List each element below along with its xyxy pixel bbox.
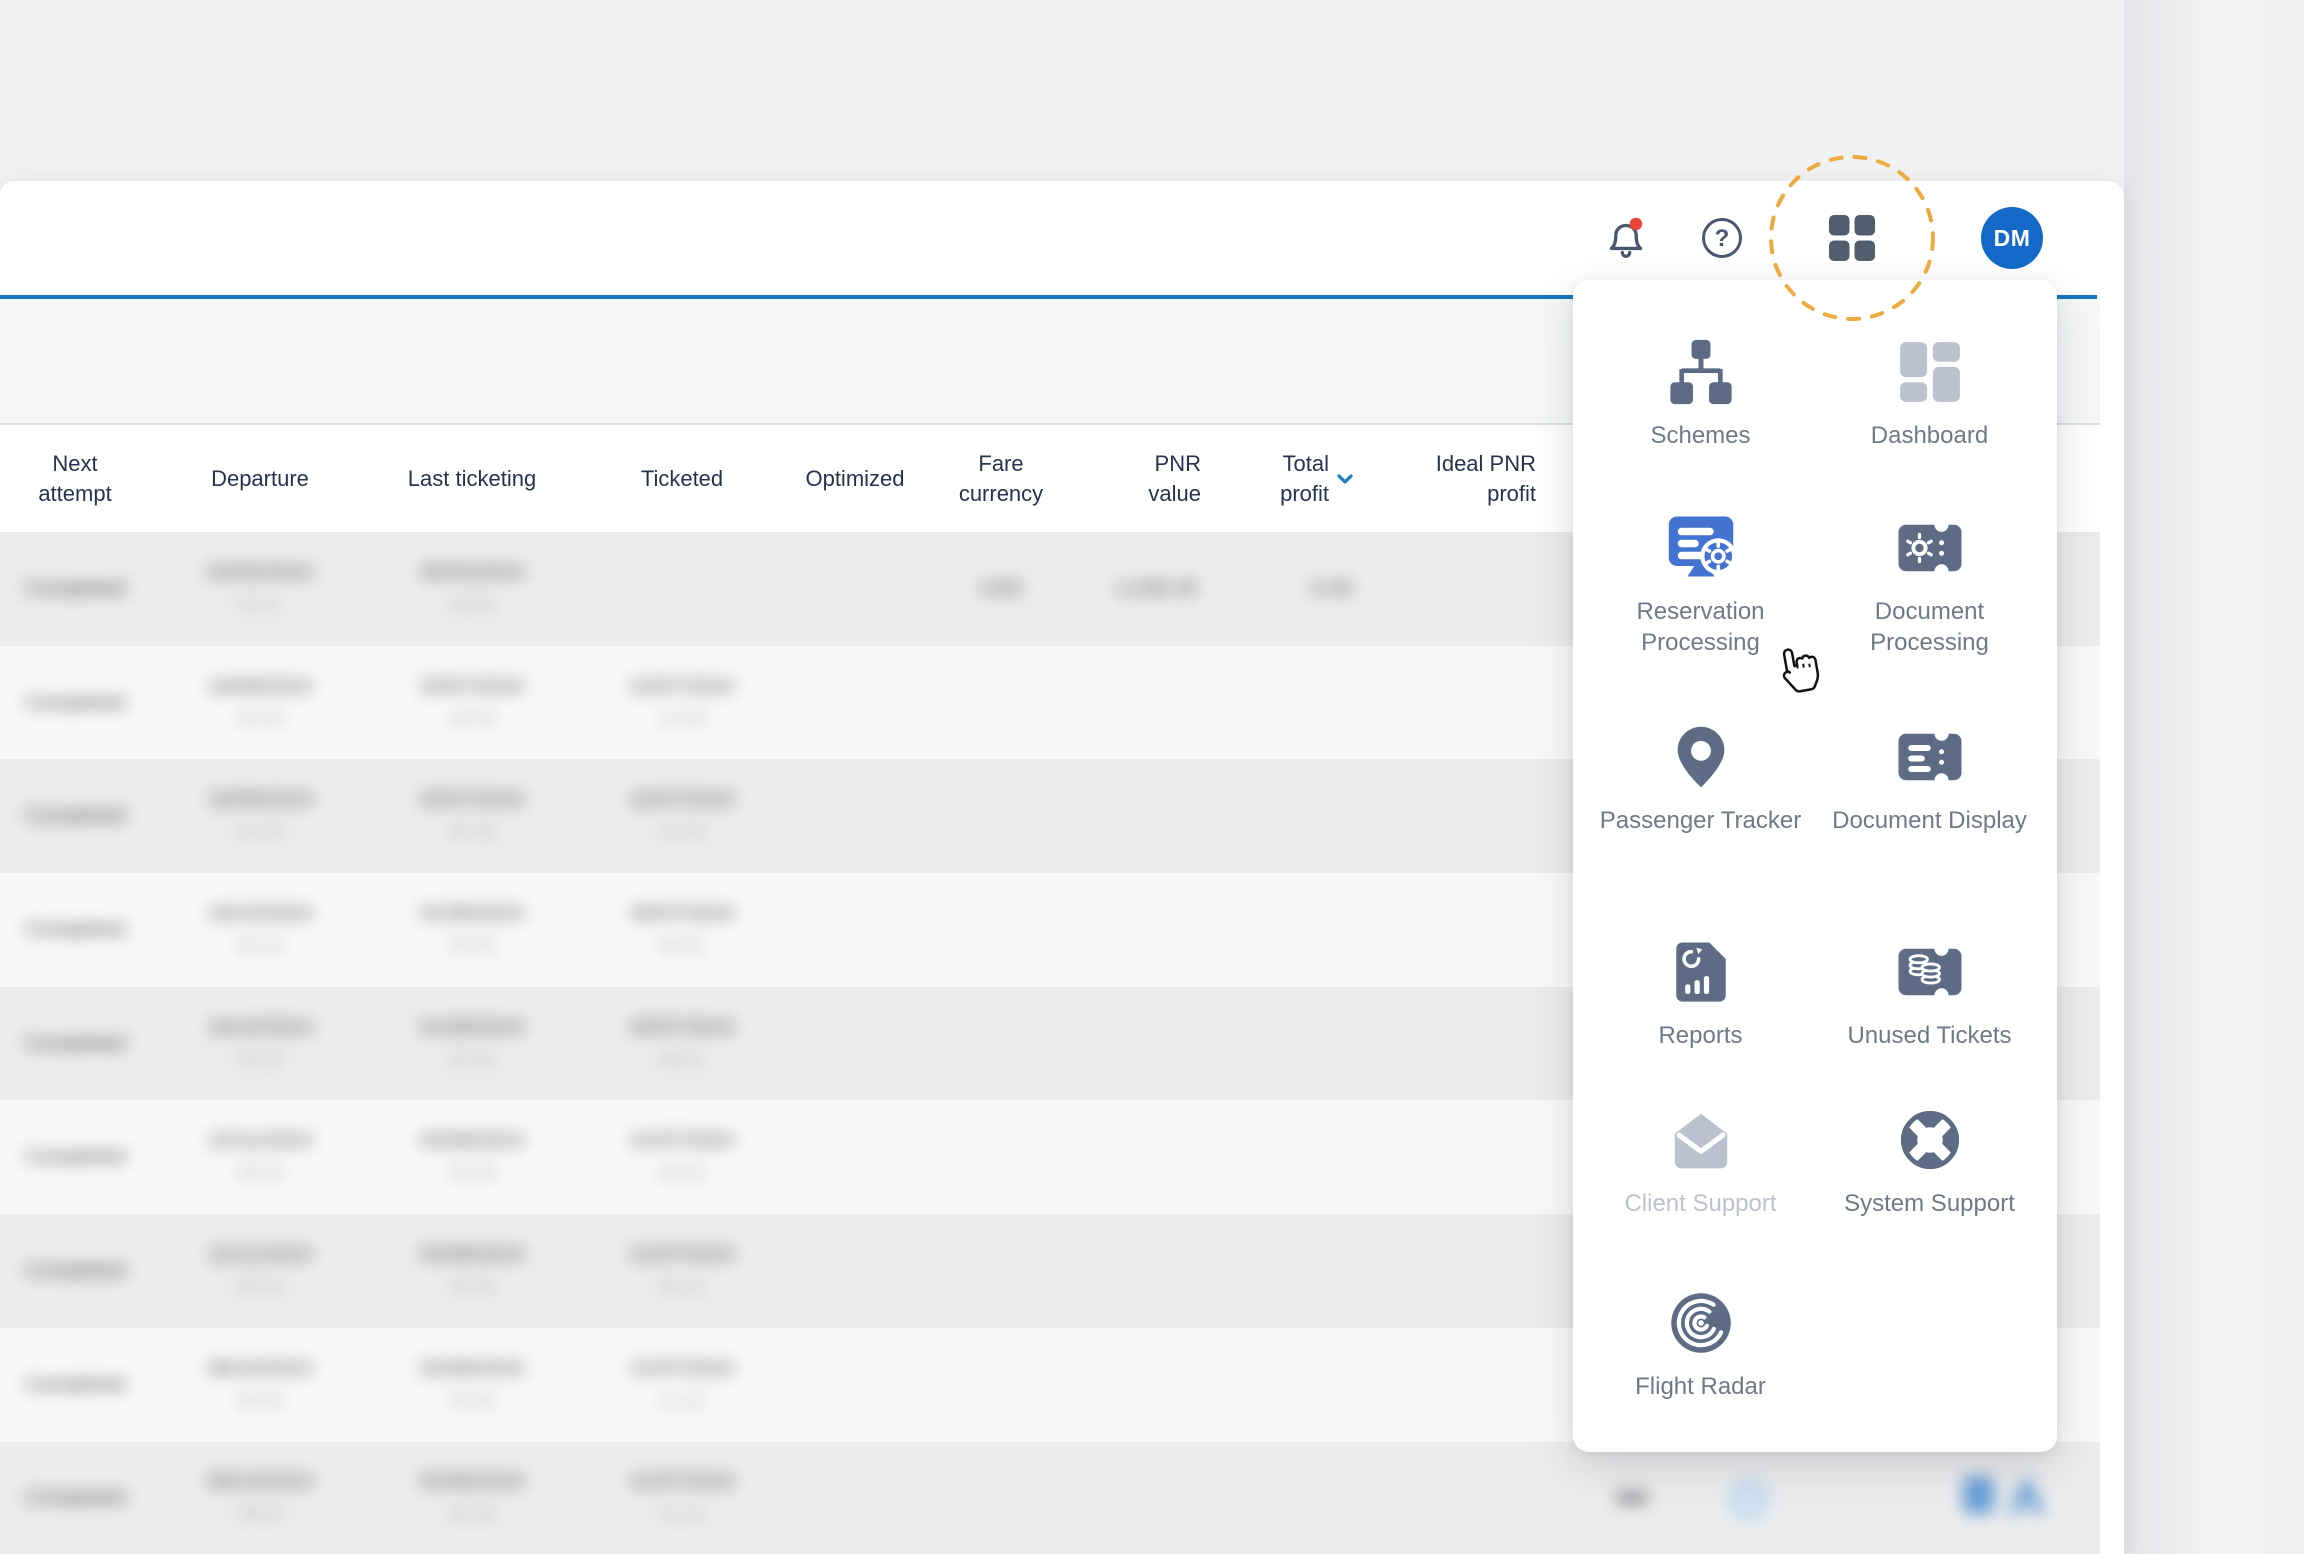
apps-grid-icon	[1827, 213, 1877, 263]
document-action-icon[interactable]	[1963, 1476, 1994, 1514]
menu-item-flight-radar[interactable]: Flight Radar	[1595, 1263, 1806, 1402]
column-header-ticketed[interactable]: Ticketed	[574, 425, 790, 532]
help-button[interactable]: ?	[1699, 215, 1745, 261]
menu-item-unused-tickets[interactable]: Unused Tickets	[1824, 912, 2035, 1051]
ticket-lines-icon	[1894, 721, 1966, 793]
dashboard-grid-icon	[1895, 336, 1965, 408]
envelope-icon	[1667, 1104, 1735, 1176]
column-header-last-ticketing[interactable]: Last ticketing	[370, 425, 574, 532]
menu-item-label: System Support	[1844, 1188, 2015, 1219]
column-header-departure[interactable]: Departure	[150, 425, 370, 532]
menu-item-label: Document Processing	[1824, 596, 2035, 658]
menu-item-label: Flight Radar	[1635, 1371, 1766, 1402]
mouse-cursor-pointer	[1768, 645, 1822, 708]
menu-item-label: Schemes	[1650, 420, 1750, 451]
radar-icon	[1667, 1287, 1735, 1359]
life-ring-icon	[1896, 1104, 1964, 1176]
ticket-coins-icon	[1894, 936, 1966, 1008]
column-header-next-attempt[interactable]: Next attempt	[0, 425, 150, 532]
map-pin-icon	[1668, 721, 1734, 793]
question-icon: ?	[1699, 215, 1745, 261]
menu-item-system-support[interactable]: System Support	[1824, 1080, 2035, 1219]
apps-dropdown-menu: Schemes Dashboard	[1573, 280, 2057, 1452]
airplane-action-icon[interactable]	[2008, 1476, 2045, 1514]
monitor-gear-icon	[1665, 512, 1737, 584]
airline-code: AA	[1606, 1485, 1658, 1511]
table-row[interactable]: Completed 08/10/202408:55 02/08/202405:5…	[0, 1442, 2100, 1554]
column-header-ideal-pnr-profit[interactable]: Ideal PNR profit	[1370, 425, 1550, 532]
notifications-button[interactable]	[1601, 212, 1651, 264]
menu-item-reports[interactable]: Reports	[1595, 912, 1806, 1051]
app-screen: ? DM Next attempt Departure Last ticketi…	[0, 0, 2304, 1554]
status-ring-icon	[1729, 1480, 1769, 1520]
page-background	[2124, 0, 2304, 1554]
menu-item-client-support: Client Support	[1595, 1080, 1806, 1219]
menu-item-label: Document Display	[1832, 805, 2027, 836]
notification-dot	[1630, 218, 1643, 231]
menu-item-label: Reports	[1658, 1020, 1742, 1051]
menu-item-label: Dashboard	[1871, 420, 1988, 451]
menu-item-dashboard: Dashboard	[1824, 312, 2035, 451]
apps-menu-button[interactable]	[1827, 213, 1877, 263]
row-extra-cells: AA	[0, 1442, 2100, 1554]
column-header-fare-currency[interactable]: Fare currency	[920, 425, 1082, 532]
report-chart-icon	[1668, 936, 1734, 1008]
menu-item-document-display[interactable]: Document Display	[1824, 697, 2035, 836]
menu-item-label: Unused Tickets	[1847, 1020, 2011, 1051]
menu-item-label: Client Support	[1624, 1188, 1776, 1219]
ticket-gear-icon	[1894, 512, 1966, 584]
menu-item-document-processing[interactable]: Document Processing	[1824, 488, 2035, 658]
menu-item-label: Passenger Tracker	[1600, 805, 1801, 836]
svg-text:?: ?	[1715, 225, 1730, 252]
menu-item-passenger-tracker[interactable]: Passenger Tracker	[1595, 697, 1806, 836]
menu-item-schemes[interactable]: Schemes	[1595, 312, 1806, 451]
sort-desc-icon[interactable]	[1334, 468, 1356, 490]
sitemap-icon	[1666, 336, 1736, 408]
bell-icon	[1601, 212, 1651, 264]
column-header-total-profit[interactable]: Total profit	[1215, 425, 1370, 532]
user-avatar[interactable]: DM	[1981, 207, 2043, 269]
column-header-pnr-value[interactable]: PNR value	[1082, 425, 1215, 532]
column-header-optimized[interactable]: Optimized	[790, 425, 920, 532]
menu-item-reservation-processing[interactable]: Reservation Processing	[1595, 488, 1806, 658]
